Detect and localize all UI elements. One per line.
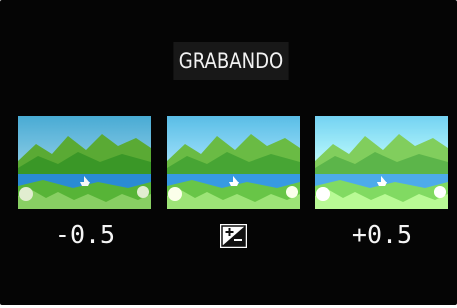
ev-value-plus: +0.5 xyxy=(351,220,413,249)
ev-value-minus: -0.5 xyxy=(54,220,116,249)
camera-display: GRABANDO -0.5 +0.5 xyxy=(0,0,457,305)
bracket-preview-plus xyxy=(315,116,448,209)
recording-status-label: GRABANDO xyxy=(173,42,289,80)
landscape-thumbnail-icon xyxy=(315,116,448,209)
bracket-preview-minus xyxy=(18,116,151,209)
exposure-compensation-icon xyxy=(219,223,248,249)
bracket-preview-normal xyxy=(167,116,300,209)
landscape-thumbnail-icon xyxy=(18,116,151,209)
landscape-thumbnail-icon xyxy=(167,116,300,209)
